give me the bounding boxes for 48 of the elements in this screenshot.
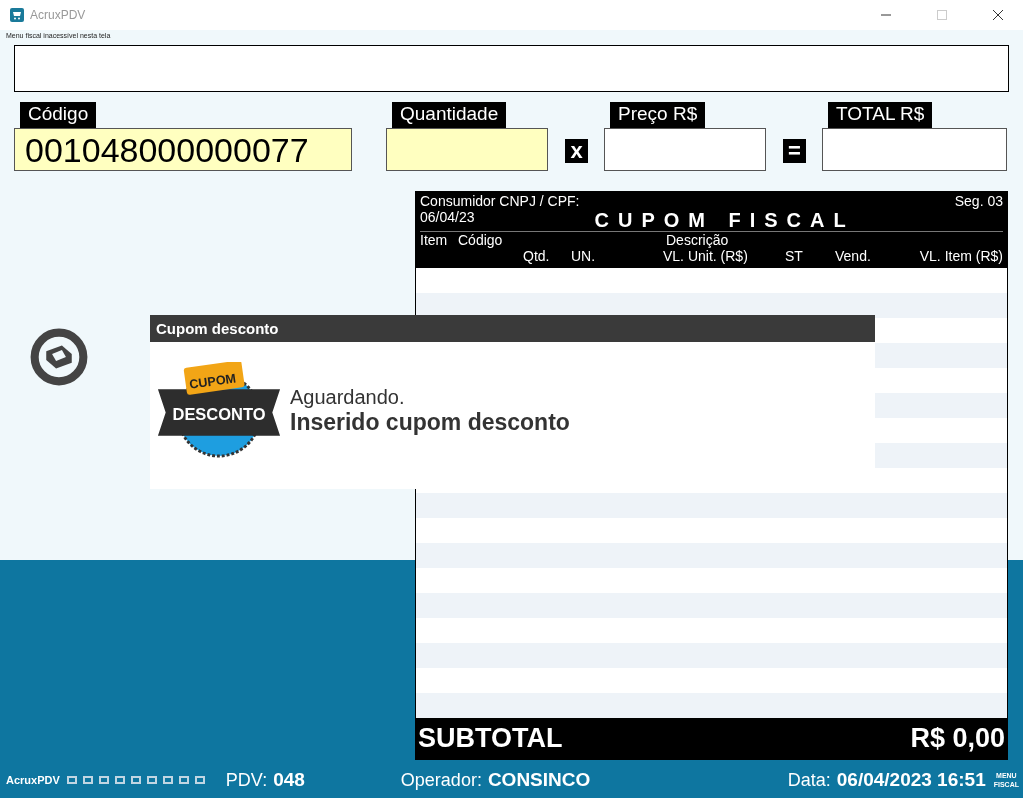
column-header: VL. Unit. (R$): [663, 248, 748, 264]
cart-icon: [10, 8, 24, 22]
status-icon[interactable]: [145, 774, 158, 786]
column-header: Item: [420, 232, 448, 248]
operator-sign: x: [565, 139, 588, 163]
operator-label: Operador:: [400, 769, 482, 791]
date-value: 06/04/2023 16:51: [836, 769, 986, 791]
status-icon[interactable]: [193, 774, 206, 786]
operator-name: CONSINCO: [487, 769, 591, 791]
field-label: Quantidade: [392, 102, 507, 128]
receipt-title: CUPOM FISCAL: [594, 209, 855, 231]
field-label: TOTAL R$: [828, 102, 933, 128]
column-header: ST: [785, 248, 803, 264]
operator-sign: =: [783, 139, 806, 163]
app-name: AcruxPDV: [6, 774, 60, 786]
receipt-date: 06/04/23: [420, 209, 475, 227]
column-header: UN.: [571, 248, 596, 264]
status-icon[interactable]: [177, 774, 190, 786]
status-icon[interactable]: [129, 774, 142, 786]
dialog-title: Cupom desconto: [156, 320, 279, 337]
input-field[interactable]: [604, 128, 766, 171]
sequence-text: Seg. 03: [954, 193, 1003, 209]
status-icon[interactable]: [113, 774, 126, 786]
field-label: Código: [20, 102, 97, 128]
column-header: VL. Item (R$): [919, 248, 1003, 264]
column-header: Descrição: [666, 232, 729, 248]
logo-icon: [30, 328, 88, 386]
close-icon[interactable]: [993, 10, 1003, 20]
input-field[interactable]: [822, 128, 1007, 171]
status-icon[interactable]: [161, 774, 174, 786]
status-text: Aguardando.: [290, 385, 406, 409]
subtotal-label: SUBTOTAL: [418, 722, 563, 754]
input-field[interactable]: [386, 128, 548, 171]
window-title: AcruxPDV: [30, 8, 86, 22]
pdv-number: 048: [273, 769, 305, 791]
message-text: Inserido cupom desconto: [290, 408, 570, 436]
status-icon[interactable]: [65, 774, 78, 786]
field-label: Preço R$: [610, 102, 706, 128]
column-header: Qtd.: [523, 248, 550, 264]
date-label: Data:: [787, 769, 831, 791]
subtotal-value: R$ 0,00: [910, 722, 1005, 754]
status-icon[interactable]: [97, 774, 110, 786]
pdv-label: PDV:: [225, 769, 268, 791]
column-header: Código: [458, 232, 503, 248]
input-field[interactable]: 001048000000077: [14, 128, 352, 171]
status-icon[interactable]: [81, 774, 94, 786]
consumer-label: Consumidor CNPJ / CPF:: [420, 193, 580, 209]
column-header: Vend.: [835, 248, 871, 264]
